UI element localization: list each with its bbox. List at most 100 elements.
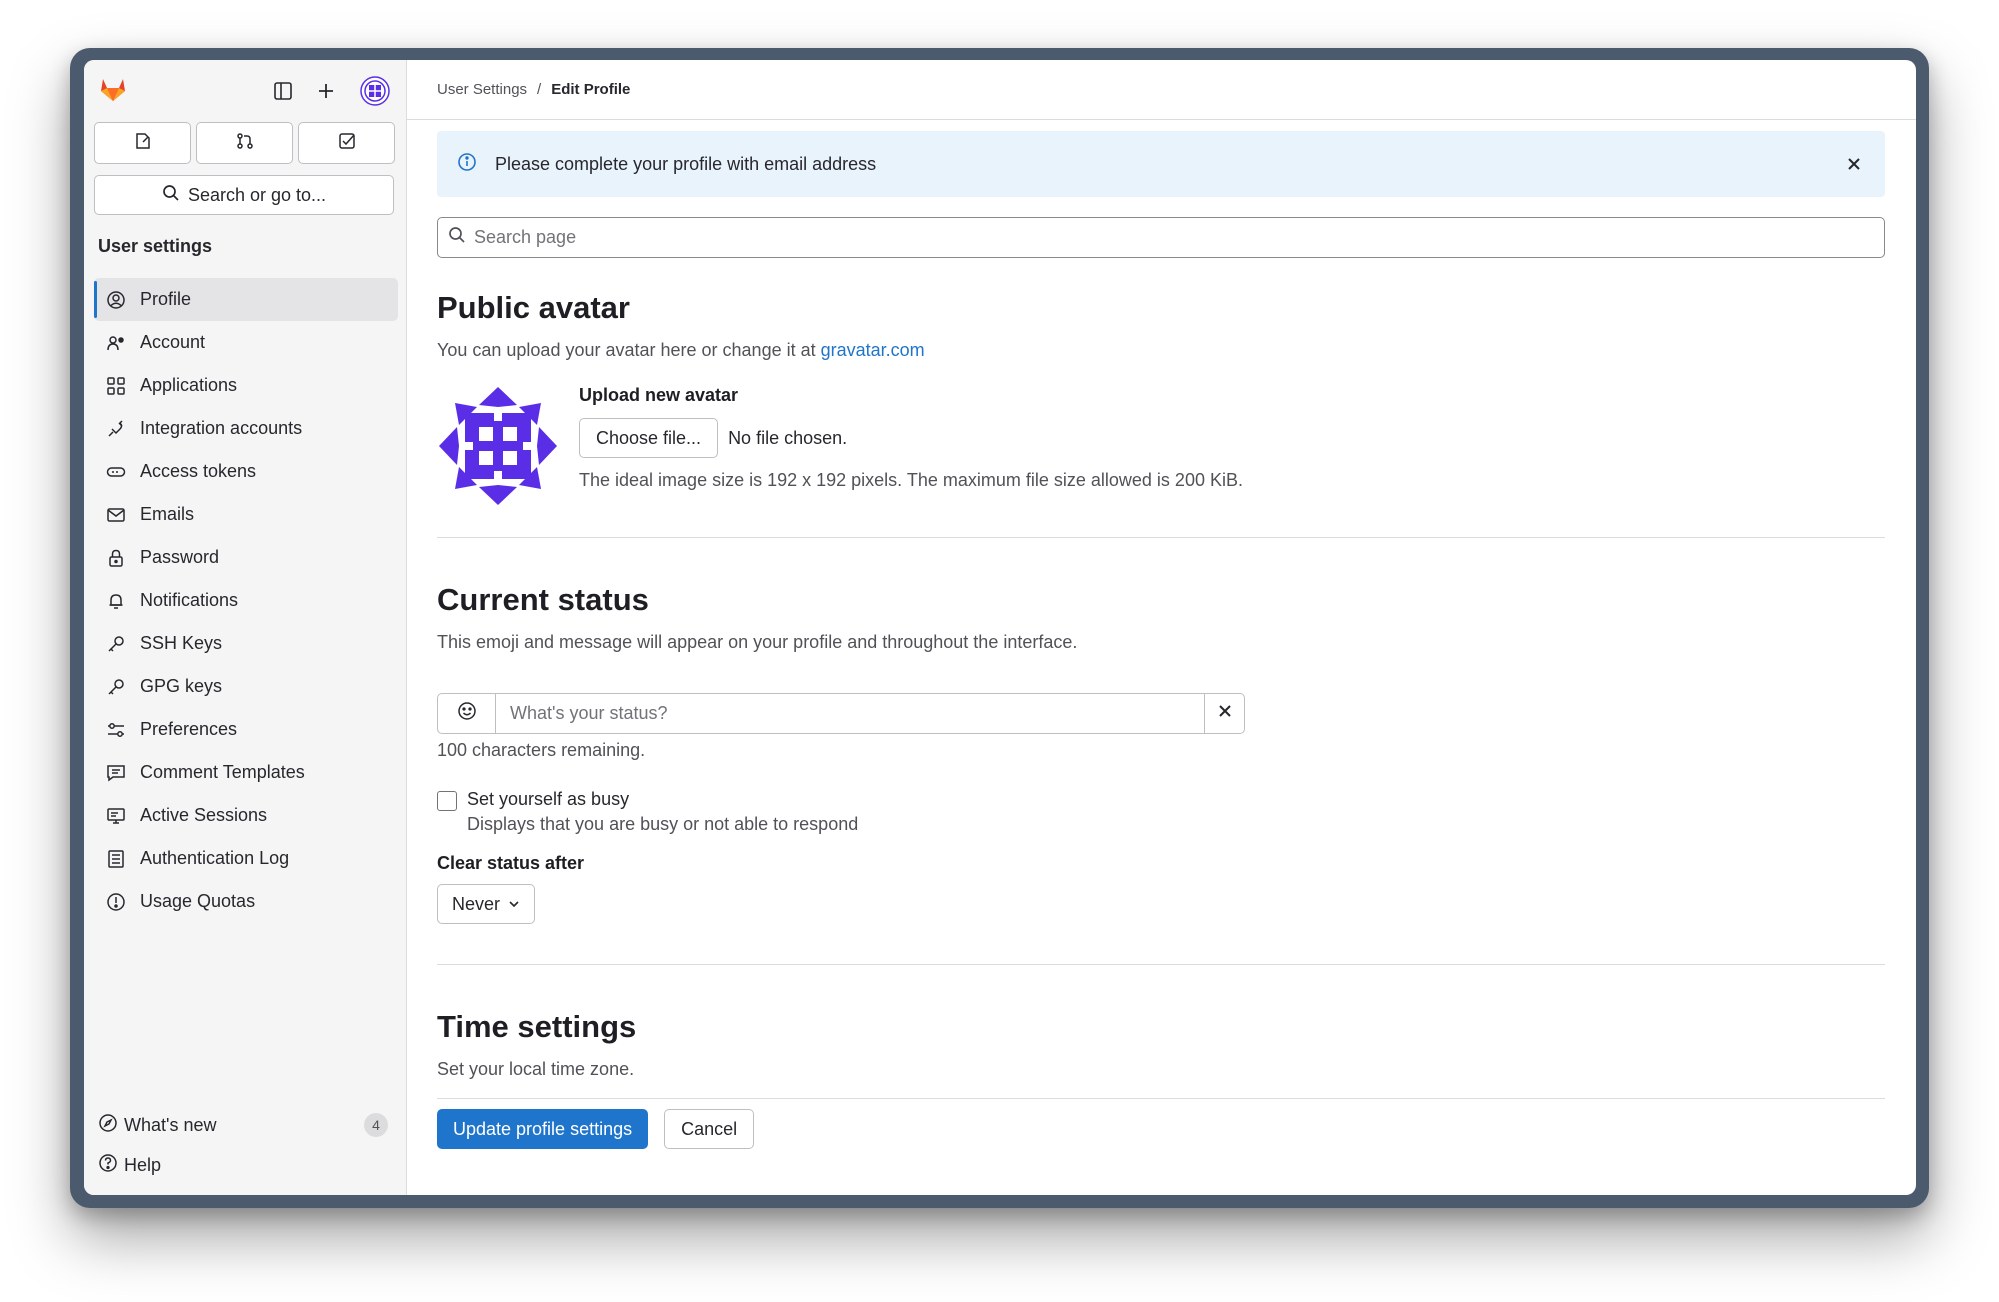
sidebar-item-label: Active Sessions [140,805,268,825]
main-content: User Settings / Edit Profile Please comp… [407,60,1916,1195]
mail-icon [106,505,126,525]
sidebar-heading: User settings [98,236,213,256]
file-picker-row: Choose file... No file chosen. [579,418,1243,458]
close-icon [1218,704,1232,723]
help-icon [98,1153,118,1178]
clear-status-value: Never [452,893,501,914]
sidebar-item-password[interactable]: Password [94,536,398,579]
sidebar-item-access-tokens[interactable]: Access tokens [94,450,398,493]
sidebar-item-comment-templates[interactable]: Comment Templates [94,751,398,794]
busy-checkbox[interactable] [437,791,457,811]
user-avatar[interactable] [360,76,390,106]
sidebar-item-preferences[interactable]: Preferences [94,708,398,751]
monitor-icon [106,806,126,826]
sidebar-nav: Profile Account Applications Integration… [94,278,398,923]
token-icon [106,462,126,482]
merge-request-icon [236,132,254,155]
public-avatar-title: Public avatar [437,290,630,325]
page-search-placeholder: Search page [474,227,577,247]
sidebar: Search or go to... User settings Profile… [84,60,407,1195]
smiley-icon [457,701,477,726]
upload-avatar-label: Upload new avatar [579,385,739,405]
sidebar-item-account[interactable]: Account [94,321,398,364]
key-icon [106,634,126,654]
avatar-upload-fields: Upload new avatar Choose file... No file… [579,385,1243,507]
key-icon [106,677,126,697]
status-message-input[interactable]: What's your status? [496,694,1204,733]
sidebar-item-label: GPG keys [140,676,223,696]
alert-message: Please complete your profile with email … [495,153,877,174]
sidebar-item-label: Profile [140,289,192,309]
chevron-down-icon [508,894,520,915]
sidebar-item-integration-accounts[interactable]: Integration accounts [94,407,398,450]
sidebar-item-label: Applications [140,375,238,395]
avatar-image [437,385,559,507]
plus-icon[interactable] [314,79,338,103]
busy-label: Set yourself as busy [467,789,630,809]
sidebar-item-label: Preferences [140,719,238,739]
issues-icon [134,132,152,155]
applications-icon [106,376,126,396]
cancel-button[interactable]: Cancel [664,1109,755,1149]
sidebar-item-profile[interactable]: Profile [94,278,398,321]
sidebar-search-button[interactable]: Search or go to... [94,175,394,215]
lock-icon [106,548,126,568]
whats-new-count-badge: 4 [364,1113,388,1137]
page-search-input[interactable]: Search page [437,217,1885,258]
clear-status-label: Clear status after [437,853,585,873]
whats-new-label: What's new [124,1114,217,1135]
clear-status-dropdown[interactable]: Never [437,884,536,924]
sidebar-item-label: Access tokens [140,461,257,481]
gravatar-link[interactable]: gravatar.com [821,340,925,360]
footer-divider [437,1098,1885,1099]
sidebar-item-label: Authentication Log [140,848,290,868]
sidebar-item-label: Comment Templates [140,762,305,782]
log-icon [106,849,126,869]
info-icon [457,152,477,177]
time-settings-description: Set your local time zone. [437,1059,635,1079]
sidebar-item-label: Integration accounts [140,418,303,438]
issues-button[interactable] [94,122,191,164]
breadcrumb-separator: / [537,81,542,98]
gitlab-logo-icon[interactable] [98,74,128,104]
sidebar-item-ssh-keys[interactable]: SSH Keys [94,622,398,665]
current-status-title: Current status [437,582,649,617]
todos-button[interactable] [298,122,395,164]
sidebar-search-label: Search or go to... [187,184,327,205]
clear-status-button[interactable] [1204,694,1244,733]
sidebar-item-emails[interactable]: Emails [94,493,398,536]
sidebar-item-active-sessions[interactable]: Active Sessions [94,794,398,837]
avatar-upload-block: Upload new avatar Choose file... No file… [437,385,1885,507]
public-avatar-description: You can upload your avatar here or chang… [437,340,1885,361]
close-icon[interactable] [1843,153,1865,175]
sidebar-item-usage-quotas[interactable]: Usage Quotas [94,880,398,923]
public-avatar-desc-text: You can upload your avatar here or chang… [437,340,821,360]
choose-file-button[interactable]: Choose file... [579,418,719,458]
no-file-text: No file chosen. [728,427,848,448]
sidebar-item-notifications[interactable]: Notifications [94,579,398,622]
profile-alert: Please complete your profile with email … [437,131,1885,197]
emoji-picker-button[interactable] [438,694,496,733]
busy-help: Displays that you are busy or not able t… [467,814,859,834]
section-divider [437,964,1885,965]
avatar-size-hint: The ideal image size is 192 x 192 pixels… [579,470,1243,490]
comment-icon [106,763,126,783]
sidebar-item-authentication-log[interactable]: Authentication Log [94,837,398,880]
sidebar-item-applications[interactable]: Applications [94,364,398,407]
merge-requests-button[interactable] [196,122,293,164]
search-icon [162,184,180,207]
breadcrumb: User Settings / Edit Profile [407,60,1916,120]
compass-icon [98,1113,118,1138]
help-link[interactable]: Help [98,1145,388,1185]
bell-icon [106,591,126,611]
update-profile-button[interactable]: Update profile settings [437,1109,649,1149]
sidebar-toggle-icon[interactable] [271,79,295,103]
current-status-description: This emoji and message will appear on yo… [437,632,1078,652]
breadcrumb-current[interactable]: Edit Profile [551,81,630,98]
sidebar-footer: What's new 4 Help [98,1105,388,1185]
todo-check-icon [338,132,356,155]
breadcrumb-parent-link[interactable]: User Settings [437,81,527,98]
sidebar-item-gpg-keys[interactable]: GPG keys [94,665,398,708]
whats-new-link[interactable]: What's new 4 [98,1105,388,1145]
sidebar-item-label: Account [140,332,206,352]
